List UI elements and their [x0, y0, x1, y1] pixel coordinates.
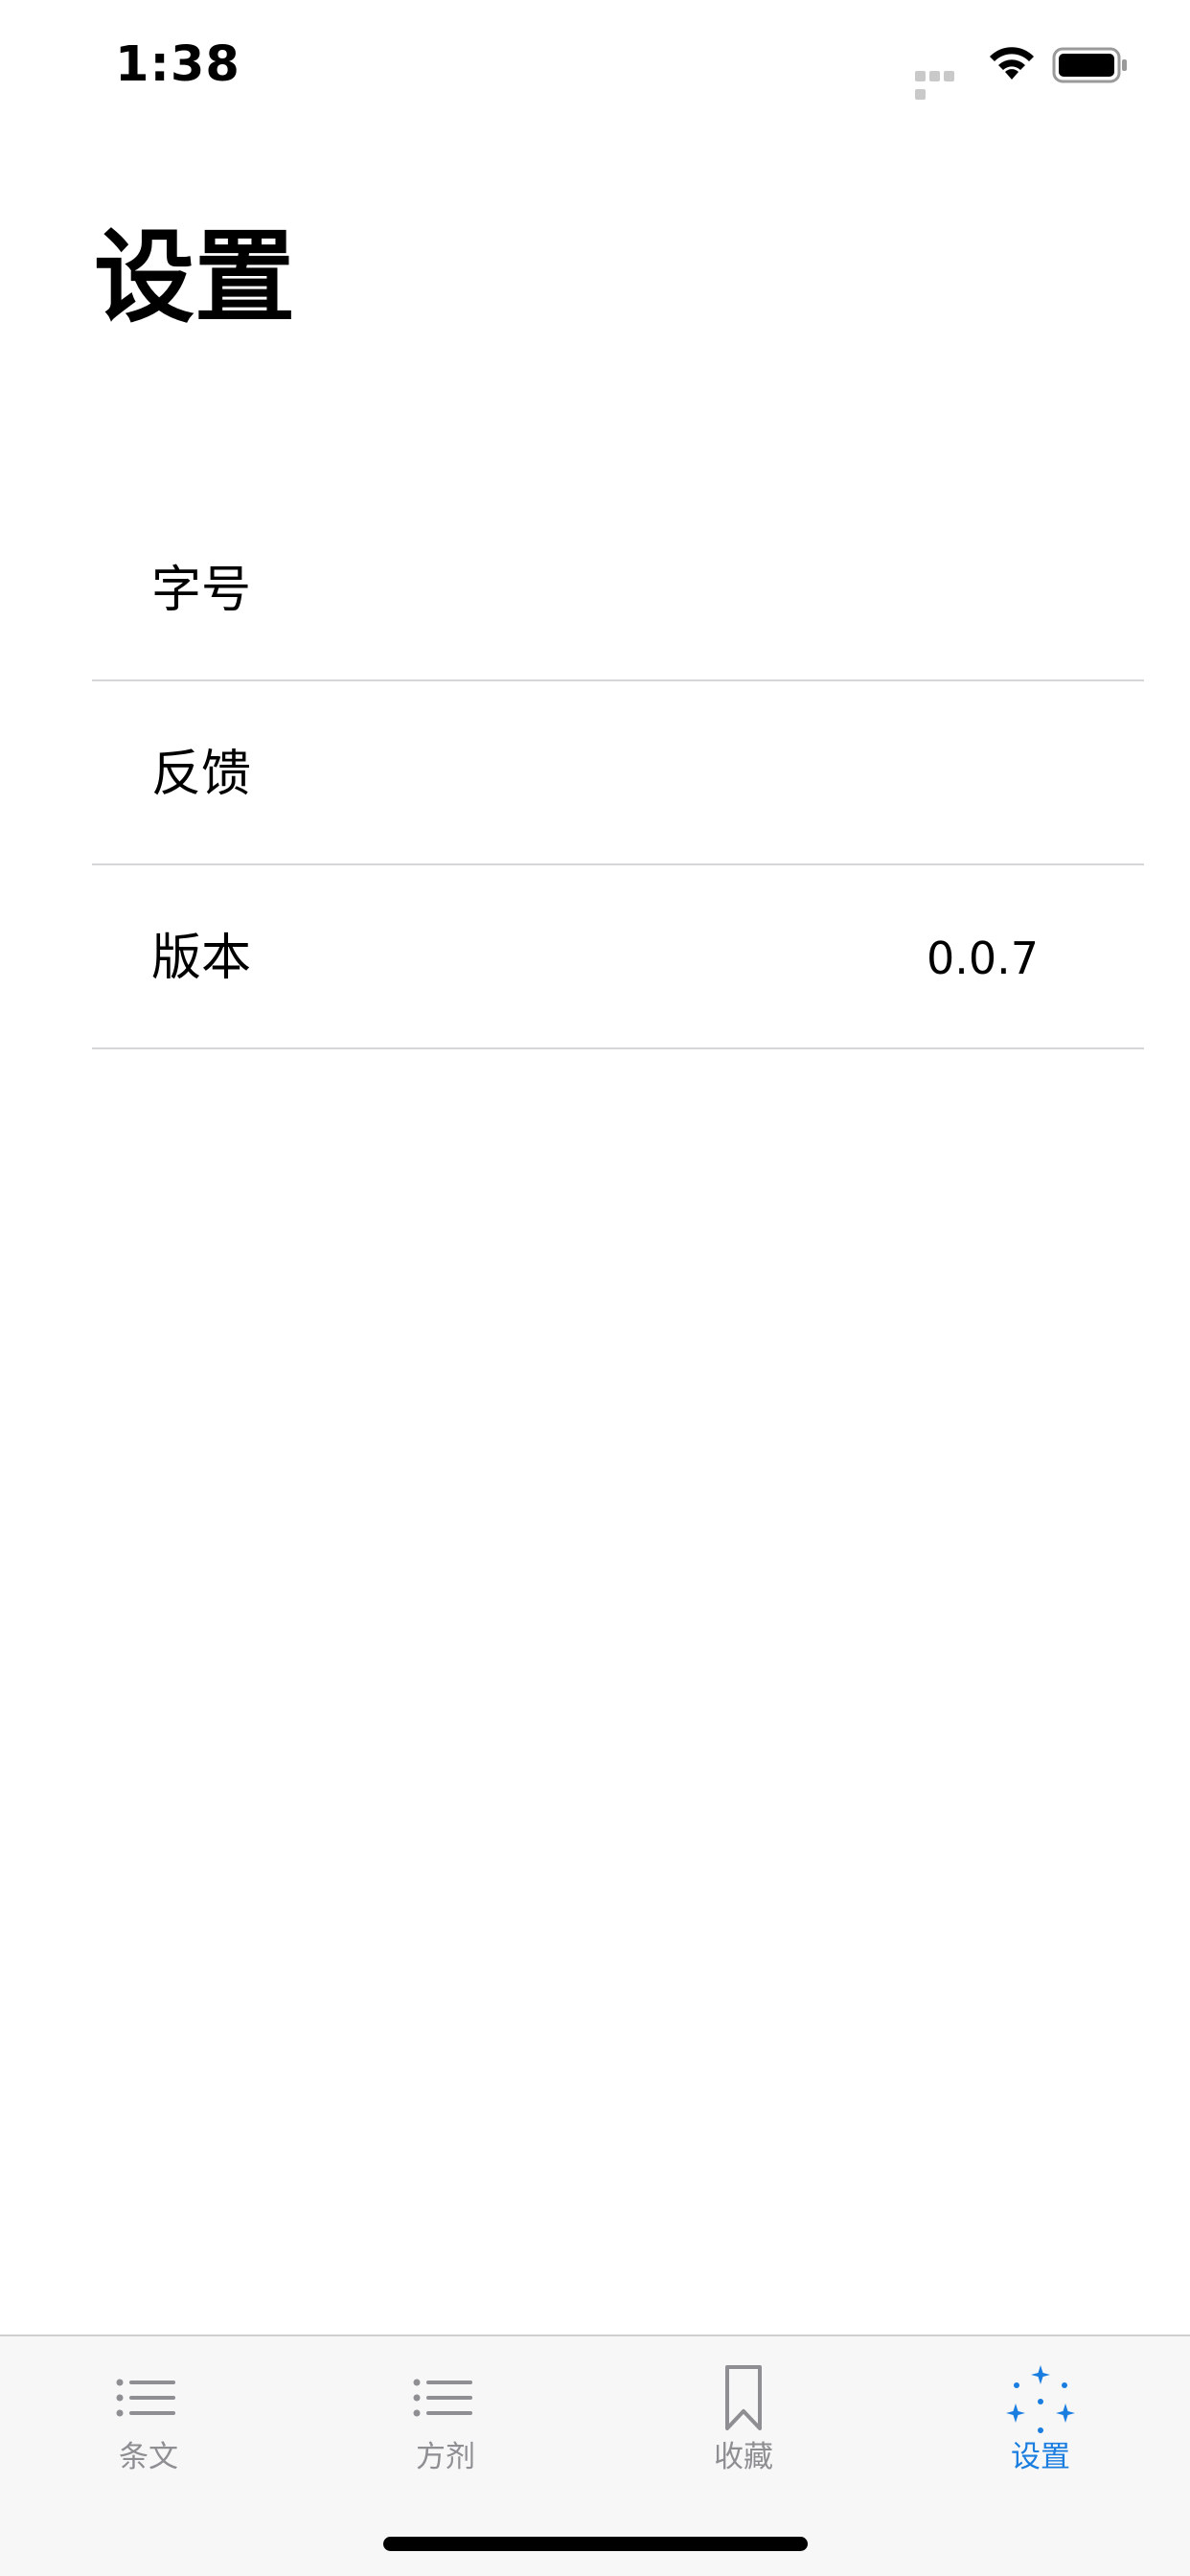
- tab-label: 收藏: [714, 2440, 773, 2474]
- list-icon: [116, 2379, 175, 2417]
- status-time: 1:38: [115, 36, 240, 93]
- row-label: 版本: [151, 930, 252, 987]
- settings-row-font-size[interactable]: 字号: [92, 497, 1144, 681]
- settings-row-version: 版本 0.0.7: [92, 865, 1144, 1049]
- tab-label: 设置: [1011, 2440, 1070, 2474]
- row-label: 反馈: [151, 746, 252, 803]
- sparkles-icon: [1006, 2365, 1075, 2433]
- wifi-icon: [990, 47, 1034, 80]
- signal-icon: [915, 67, 971, 100]
- version-value: 0.0.7: [926, 932, 1039, 984]
- list-icon: [413, 2379, 472, 2417]
- tab-favorites[interactable]: 收藏: [648, 2359, 839, 2484]
- battery-icon: [1052, 47, 1127, 83]
- home-indicator[interactable]: [383, 2537, 808, 2551]
- tab-label: 方剂: [416, 2440, 475, 2474]
- status-bar: 1:38: [0, 0, 1190, 126]
- row-label: 字号: [151, 562, 252, 619]
- tab-articles[interactable]: 条文: [53, 2359, 244, 2484]
- bookmark-icon: [725, 2365, 762, 2430]
- settings-row-feedback[interactable]: 反馈: [92, 681, 1144, 865]
- settings-list: 字号 反馈 版本 0.0.7: [92, 497, 1144, 1049]
- tab-label: 条文: [119, 2440, 178, 2474]
- tab-settings[interactable]: 设置: [945, 2359, 1136, 2484]
- page-title: 设置: [94, 219, 296, 336]
- tab-prescriptions[interactable]: 方剂: [350, 2359, 541, 2484]
